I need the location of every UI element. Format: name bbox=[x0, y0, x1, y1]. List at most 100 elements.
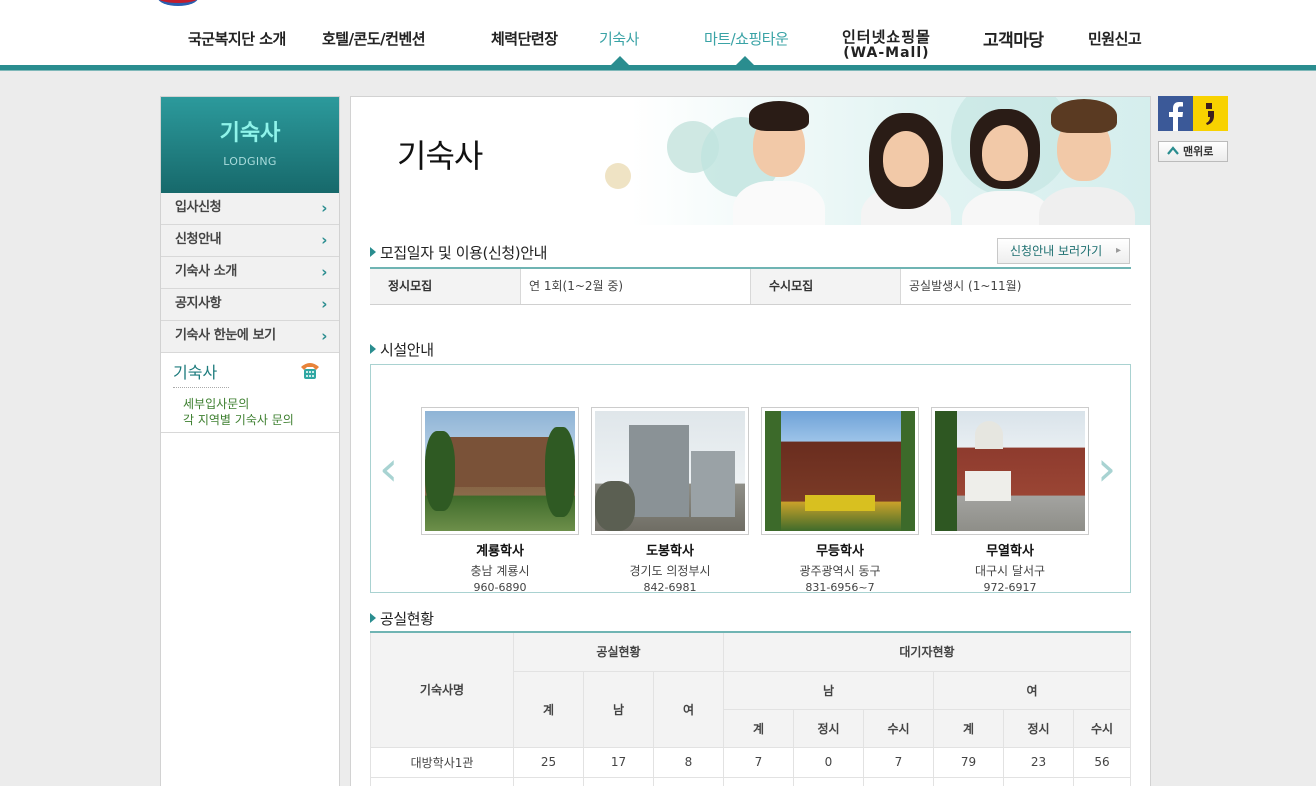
gnb-item-dormitory[interactable]: 기숙사 bbox=[599, 28, 639, 49]
sidebar-subtitle: LODGING bbox=[223, 155, 277, 168]
column-header: 여 bbox=[933, 671, 1131, 710]
arrow-up-icon bbox=[1167, 146, 1179, 155]
table-cell: 7 bbox=[723, 746, 794, 778]
contact-line: 각 지역별 기숙사 문의 bbox=[183, 413, 294, 427]
sidebar-contact: 기숙사 세부입사문의 각 지역별 기숙사 문의 bbox=[161, 353, 339, 433]
table-cell bbox=[513, 776, 584, 786]
table-cell bbox=[1003, 776, 1074, 786]
nav-divider bbox=[0, 65, 1316, 71]
column-header: 수시 bbox=[863, 709, 934, 748]
dorm-card[interactable]: 계룡학사 충남 계룡시 960-6890 bbox=[421, 407, 579, 594]
sidebar-item-label: 기숙사 소개 bbox=[175, 264, 237, 279]
table-cell: 56 bbox=[1073, 746, 1131, 778]
column-header: 기숙사명 bbox=[370, 633, 514, 748]
gnb-label: 기숙사 bbox=[599, 30, 639, 48]
table-cell: 대방학사1관 bbox=[370, 746, 514, 778]
sidebar-item-apply[interactable]: 입사신청 › bbox=[161, 193, 339, 225]
dorm-photo bbox=[761, 407, 919, 535]
dorm-phone: 972-6917 bbox=[983, 581, 1037, 594]
top-navigation: 국군복지단 소개 호텔/콘도/컨벤션 체력단련장 기숙사 마트/쇼핑타운 인터넷… bbox=[0, 0, 1316, 66]
table-cell: 23 bbox=[1003, 746, 1074, 778]
gnb-label: 마트/쇼핑타운 bbox=[704, 30, 789, 48]
dorm-phone: 842-6981 bbox=[643, 581, 697, 594]
sidebar-item-intro[interactable]: 기숙사 소개 › bbox=[161, 257, 339, 289]
sidebar-title: 기숙사 bbox=[219, 121, 281, 146]
dorm-card[interactable]: 도봉학사 경기도 의정부시 842-6981 bbox=[591, 407, 749, 594]
sidebar-item-guide[interactable]: 신청안내 › bbox=[161, 225, 339, 257]
table-cell bbox=[1073, 776, 1131, 786]
phone-icon bbox=[301, 363, 319, 379]
section-title-recruit: 모집일자 및 이용(신청)안내 bbox=[370, 242, 547, 263]
dorm-phone: 831-6956~7 bbox=[805, 581, 875, 594]
sidebar-header: 기숙사 LODGING bbox=[161, 97, 339, 193]
sidebar-item-label: 신청안내 bbox=[175, 232, 222, 247]
table-cell bbox=[653, 776, 724, 786]
gnb-label: 호텔/콘도/컨벤션 bbox=[322, 30, 426, 48]
section-title-facility: 시설안내 bbox=[370, 339, 434, 360]
gnb-item-customer[interactable]: 고객마당 bbox=[983, 26, 1044, 51]
hover-menu-pointer bbox=[736, 56, 754, 65]
gnb-item-complaint[interactable]: 민원신고 bbox=[1088, 28, 1142, 49]
dorm-card[interactable]: 무등학사 광주광역시 동구 831-6956~7 bbox=[761, 407, 919, 594]
page-title: 기숙사 bbox=[397, 137, 483, 175]
gnb-item-intro[interactable]: 국군복지단 소개 bbox=[188, 28, 286, 49]
column-header: 정시 bbox=[793, 709, 864, 748]
gnb-item-golf[interactable]: 체력단련장 bbox=[491, 28, 558, 49]
column-header: 여 bbox=[653, 671, 724, 748]
dorm-name: 도봉학사 bbox=[646, 544, 694, 559]
dorm-address: 경기도 의정부시 bbox=[629, 564, 711, 578]
column-header: 공실현황 bbox=[513, 633, 724, 672]
facebook-share-button[interactable] bbox=[1158, 96, 1193, 131]
table-row bbox=[370, 776, 1131, 786]
table-row: 대방학사1관 25 17 8 7 0 7 79 23 56 bbox=[370, 746, 1131, 778]
column-header: 계 bbox=[933, 709, 1004, 748]
dorm-name: 무열학사 bbox=[986, 544, 1034, 559]
column-header: 남 bbox=[723, 671, 934, 710]
gnb-item-hotel[interactable]: 호텔/콘도/컨벤션 bbox=[322, 28, 426, 49]
kakaostory-share-button[interactable] bbox=[1193, 96, 1228, 131]
contact-title: 기숙사 bbox=[173, 359, 229, 388]
chevron-right-icon[interactable]: › bbox=[1097, 439, 1116, 499]
dorm-photo bbox=[591, 407, 749, 535]
table-cell bbox=[370, 776, 514, 786]
dorm-card[interactable]: 무열학사 대구시 달서구 972-6917 bbox=[931, 407, 1089, 594]
gnb-item-wamall[interactable]: 인터넷쇼핑몰 (WA-Mall) bbox=[842, 28, 931, 60]
recruit-table: 정시모집 연 1회(1~2월 중) 수시모집 공실발생시 (1~11월) bbox=[370, 269, 1131, 305]
sidebar: 기숙사 LODGING 입사신청 › 신청안내 › 기숙사 소개 › 공지사항 › 기숙… bbox=[160, 96, 340, 786]
site-logo[interactable] bbox=[158, 0, 198, 6]
chevron-right-icon: › bbox=[321, 199, 327, 217]
facebook-icon bbox=[1169, 102, 1183, 131]
regular-recruit-value: 연 1회(1~2월 중) bbox=[521, 269, 751, 304]
dorm-address: 충남 계룡시 bbox=[470, 564, 530, 578]
table-cell bbox=[863, 776, 934, 786]
kakaostory-icon bbox=[1206, 103, 1214, 125]
table-cell bbox=[723, 776, 794, 786]
table-cell: 25 bbox=[513, 746, 584, 778]
section-title-vacancy: 공실현황 bbox=[370, 608, 434, 629]
table-cell bbox=[933, 776, 1004, 786]
gnb-label: 민원신고 bbox=[1088, 30, 1142, 48]
occasional-recruit-label: 수시모집 bbox=[751, 269, 901, 304]
dorm-photo bbox=[421, 407, 579, 535]
sidebar-item-notice[interactable]: 공지사항 › bbox=[161, 289, 339, 321]
dorm-address: 광주광역시 동구 bbox=[799, 564, 881, 578]
dorm-name: 계룡학사 bbox=[476, 544, 524, 559]
guide-button-label: 신청안내 보러가기 bbox=[1010, 244, 1103, 258]
contact-line: 세부입사문의 bbox=[183, 397, 250, 411]
chevron-left-icon[interactable]: ‹ bbox=[379, 439, 398, 499]
page-banner: 기숙사 bbox=[351, 97, 1150, 225]
sidebar-item-label: 입사신청 bbox=[175, 200, 222, 215]
facility-carousel: ‹ › 계룡학사 충남 계룡시 960-6890 도봉학사 경기도 의정부시 8… bbox=[370, 364, 1131, 594]
gnb-item-mart[interactable]: 마트/쇼핑타운 bbox=[704, 28, 789, 49]
table-cell bbox=[793, 776, 864, 786]
banner-student-photo bbox=[729, 97, 829, 225]
back-to-top-button[interactable]: 맨위로 bbox=[1158, 141, 1228, 162]
table-cell: 7 bbox=[863, 746, 934, 778]
column-header: 수시 bbox=[1073, 709, 1131, 748]
sidebar-item-label: 공지사항 bbox=[175, 296, 222, 311]
column-header: 정시 bbox=[1003, 709, 1074, 748]
gnb-label: 국군복지단 소개 bbox=[188, 30, 286, 48]
table-cell: 79 bbox=[933, 746, 1004, 778]
sidebar-item-overview[interactable]: 기숙사 한눈에 보기 › bbox=[161, 321, 339, 353]
application-guide-button[interactable]: 신청안내 보러가기 ▸ bbox=[997, 238, 1130, 264]
